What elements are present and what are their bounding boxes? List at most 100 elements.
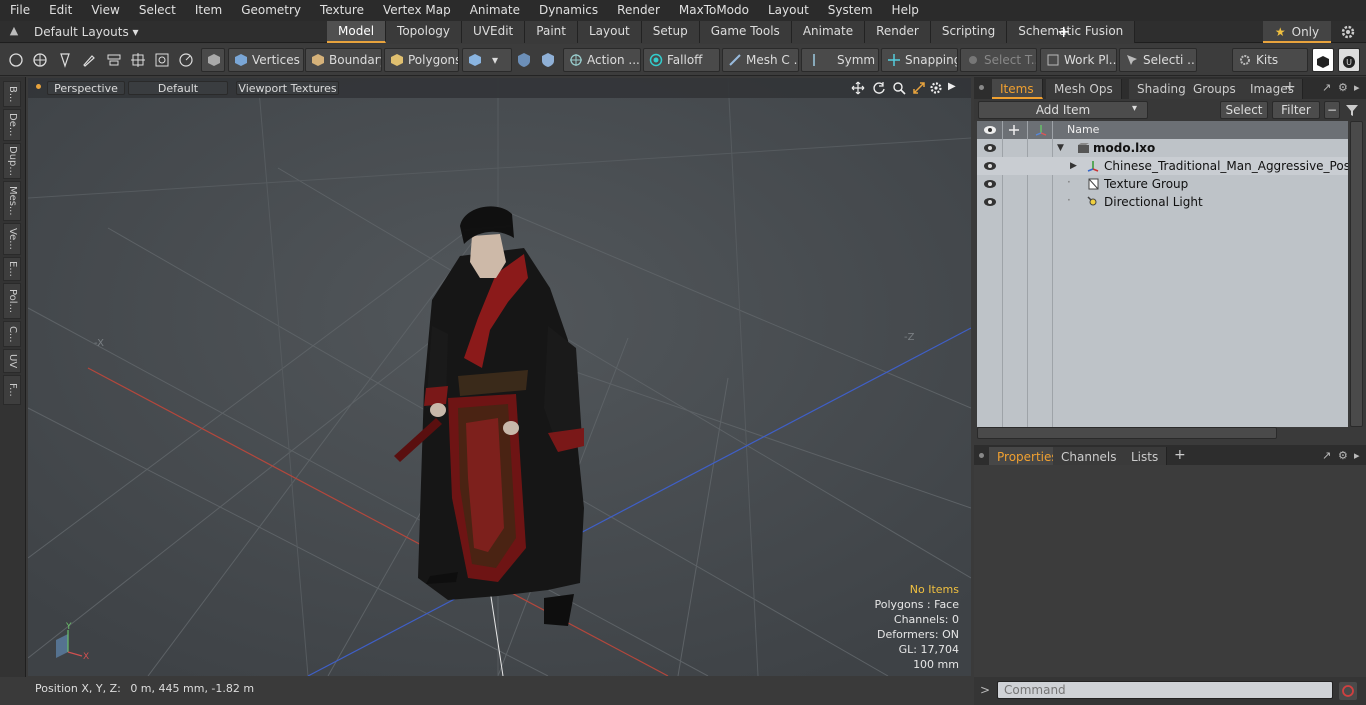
add-panel-tab-icon[interactable]: + [1284,79,1296,95]
viewport-expand-icon[interactable]: ▶ [948,81,956,92]
menu-select[interactable]: Select [129,0,185,21]
eye-icon[interactable] [983,160,997,172]
menu-geometry[interactable]: Geometry [231,0,310,21]
tab-setup[interactable]: Setup [641,21,700,43]
left-tab-duplicate[interactable]: Dup... [3,143,21,179]
pen-icon[interactable] [57,52,73,68]
tree-row-mesh[interactable]: ▶ Chinese_Traditional_Man_Aggressive_Pos… [977,157,1348,175]
menu-item[interactable]: Item [185,0,231,21]
eye-icon[interactable] [983,196,997,208]
brush-icon[interactable] [81,52,97,68]
viewport-textures-dropdown[interactable]: Viewport Textures [236,81,339,95]
only-toggle[interactable]: ★ Only [1263,21,1331,43]
tree-row-scene[interactable]: ▼ modo.lxo [977,139,1348,157]
3d-viewport[interactable]: -X -Z Y X Perspective Default Viewport T… [28,78,971,676]
mesh-constraint-button[interactable]: Mesh C ... [722,48,799,72]
menu-layout[interactable]: Layout [758,0,818,21]
select-through-button[interactable]: Select T... [960,48,1037,72]
tab-scripting[interactable]: Scripting [930,21,1008,43]
command-input[interactable] [997,681,1333,699]
panel-gear-icon[interactable]: ⚙ [1338,81,1352,95]
rotate-icon[interactable] [178,52,194,68]
left-tab-curve[interactable]: C... [3,321,21,347]
panel-menu-icon[interactable]: ▸ [1354,449,1366,463]
tab-uvedit[interactable]: UVEdit [462,21,526,43]
menu-dynamics[interactable]: Dynamics [529,0,607,21]
snapping-button[interactable]: Snapping [881,48,958,72]
left-tab-deform[interactable]: De... [3,109,21,141]
select-button[interactable]: Select [1220,101,1268,119]
transform-icon[interactable] [130,52,146,68]
tab-lists[interactable]: Lists [1123,447,1168,467]
funnel-icon[interactable] [1345,103,1359,117]
kits-button[interactable]: Kits [1232,48,1308,72]
tab-groups[interactable]: Groups [1185,79,1245,99]
unity-button[interactable] [1312,48,1334,72]
tab-animate[interactable]: Animate [791,21,866,43]
menu-texture[interactable]: Texture [310,0,373,21]
tab-render[interactable]: Render [865,21,931,43]
tab-items[interactable]: Items [992,79,1043,99]
viewport-gear-icon[interactable] [929,81,943,95]
collapse-list-icon[interactable]: − [1324,101,1340,119]
work-plane-button[interactable]: Work Pl... [1040,48,1117,72]
unreal-button[interactable]: U [1338,48,1360,72]
add-properties-tab-icon[interactable]: + [1174,447,1186,463]
menu-file[interactable]: File [0,0,39,21]
left-tab-mesh[interactable]: Mes... [3,181,21,221]
gear-icon[interactable] [1340,24,1356,40]
lock-column-icon[interactable] [1008,124,1020,136]
tab-mesh-ops[interactable]: Mesh Ops [1046,79,1122,99]
boundary-button[interactable]: Boundary [305,48,382,72]
left-tab-fusion[interactable]: F... [3,375,21,405]
tree-row-texture-group[interactable]: · Texture Group [977,175,1348,193]
collapse-triangle-icon[interactable]: ▼ [1057,139,1064,157]
pan-icon[interactable] [851,81,865,95]
select-circle-icon[interactable] [8,52,24,68]
tab-channels[interactable]: Channels [1053,447,1126,467]
falloff-button[interactable]: Falloff [643,48,720,72]
snap-shield-icon[interactable] [516,52,532,68]
item-list-horizontal-scrollbar[interactable] [977,427,1277,439]
center-icon[interactable] [154,52,170,68]
maximize-icon[interactable] [912,81,926,95]
add-tab-icon[interactable]: + [1057,21,1071,43]
filter-button[interactable]: Filter [1272,101,1320,119]
layouts-dropdown[interactable]: Default Layouts ▾ [34,21,139,43]
orbit-icon[interactable] [872,81,886,95]
add-item-button[interactable]: Add Item [978,101,1148,119]
symmetry-button[interactable]: Symm ... [801,48,879,72]
menu-help[interactable]: Help [882,0,928,21]
popout-icon[interactable]: ↗ [1322,449,1336,463]
menu-maxtomodo[interactable]: MaxToModo [669,0,758,21]
panel-menu-icon[interactable]: ▸ [1354,81,1366,95]
visibility-column-icon[interactable] [983,124,997,136]
left-tab-edge[interactable]: E... [3,257,21,281]
eye-icon[interactable] [983,142,997,154]
axes-column-icon[interactable] [1034,123,1048,137]
tab-paint[interactable]: Paint [525,21,578,43]
record-icon[interactable] [1339,682,1357,700]
panel-dot-icon[interactable] [979,85,984,90]
shield-icon[interactable] [540,52,556,68]
action-button[interactable]: Action ... [563,48,641,72]
popout-icon[interactable]: ↗ [1322,81,1336,95]
panel-gear-icon[interactable]: ⚙ [1338,449,1352,463]
align-icon[interactable] [106,52,122,68]
eye-icon[interactable] [983,178,997,190]
tab-topology[interactable]: Topology [386,21,463,43]
globe-icon[interactable] [32,52,48,68]
collapse-icon[interactable]: ▲ [6,24,22,40]
material-dropdown[interactable]: ▾ [462,48,512,72]
menu-system[interactable]: System [818,0,882,21]
shading-dropdown[interactable]: Default [128,81,228,95]
left-tab-uv[interactable]: UV [3,349,21,373]
menu-vertex-map[interactable]: Vertex Map [373,0,460,21]
left-tab-vertex[interactable]: Ve... [3,223,21,255]
tab-schematic-fusion[interactable]: Schematic Fusion [1007,21,1136,43]
menu-animate[interactable]: Animate [460,0,529,21]
add-item-chevron-icon[interactable]: ▾ [1132,103,1137,114]
tab-layout[interactable]: Layout [577,21,642,43]
selection-sets-button[interactable]: Selecti ... [1119,48,1197,72]
viewport-dot-icon[interactable] [36,84,41,89]
